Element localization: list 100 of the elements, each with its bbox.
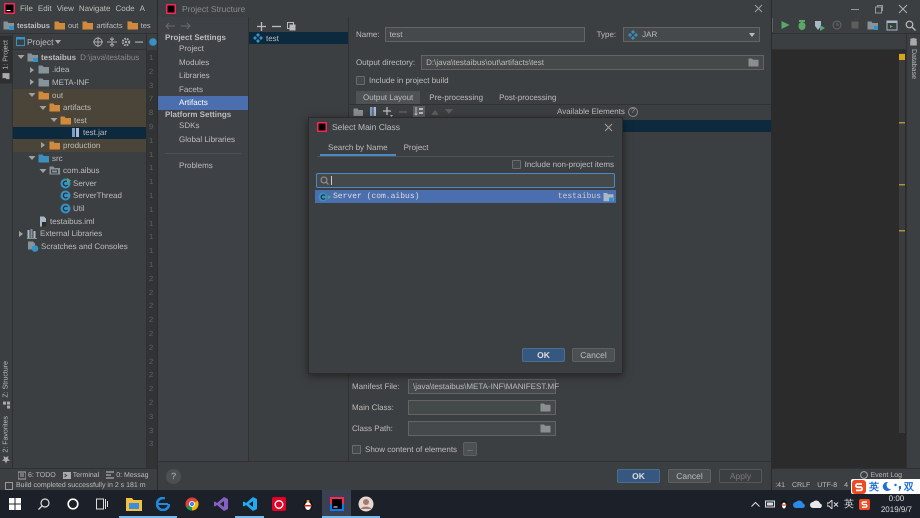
tree-item[interactable]: production (13, 139, 146, 152)
browse-field[interactable] (408, 400, 556, 415)
expand-arrow-icon[interactable] (16, 53, 24, 62)
output-directory-field[interactable]: D:\java\testaibus\out\artifacts\test (421, 54, 764, 70)
folder-grid-icon[interactable] (867, 20, 879, 30)
tree-item[interactable]: artifacts (13, 101, 146, 114)
menu-item[interactable]: Navigate (78, 3, 110, 14)
browser-icon[interactable] (184, 497, 198, 511)
menu-item[interactable]: File (20, 3, 33, 14)
nav-item[interactable]: Libraries (158, 69, 248, 83)
nav-item[interactable]: Project (158, 42, 248, 56)
browse-field[interactable] (408, 421, 556, 436)
ok-button[interactable]: OK (522, 348, 565, 362)
cancel-button[interactable]: Cancel (572, 348, 615, 362)
nav-item[interactable]: SDKs (158, 118, 248, 133)
type-dropdown[interactable]: JAR (623, 27, 760, 42)
music-icon[interactable] (272, 497, 286, 511)
circle-icon[interactable] (66, 498, 78, 510)
avatar-icon[interactable] (358, 496, 374, 512)
dialog-button[interactable]: Cancel (668, 469, 711, 483)
language-indicator[interactable]: 英 (844, 497, 854, 511)
jar-icon[interactable] (369, 107, 377, 116)
tree-item[interactable]: test (13, 114, 146, 127)
cloud-icon[interactable] (810, 500, 822, 508)
menu-item[interactable]: Edit (38, 3, 52, 14)
menu-item[interactable]: Code (115, 3, 135, 14)
expand-arrow-icon[interactable] (38, 166, 46, 175)
menu-item[interactable]: View (56, 3, 74, 14)
expand-arrow-icon[interactable] (38, 141, 46, 150)
help-button[interactable]: ? (166, 468, 181, 484)
checkbox[interactable]: Include non-project items (512, 160, 614, 169)
penguin-icon[interactable] (302, 497, 314, 511)
close-icon[interactable] (604, 122, 613, 132)
close-icon[interactable] (754, 4, 763, 13)
run-icon[interactable] (780, 20, 790, 30)
tree-item[interactable]: Server (13, 176, 146, 190)
bug-icon[interactable] (797, 20, 807, 30)
app-icon[interactable] (330, 497, 344, 511)
expand-arrow-icon[interactable] (38, 104, 46, 112)
view-dropdown[interactable]: Project (16, 36, 62, 46)
tab[interactable]: Pre-processing (422, 91, 490, 104)
restore-icon[interactable] (874, 4, 884, 14)
search-field[interactable] (316, 173, 615, 188)
nav-item[interactable]: Artifacts (158, 96, 248, 110)
copy-icon[interactable] (287, 22, 296, 30)
tab[interactable]: Post-processing (492, 91, 564, 104)
nav-item[interactable]: Problems (158, 159, 248, 173)
tree-item[interactable]: test.jar (13, 126, 146, 140)
folder-icon[interactable] (126, 497, 142, 511)
locate-icon[interactable] (93, 36, 103, 46)
ok-button[interactable]: OK (617, 469, 660, 483)
result-item[interactable]: Server (com.aibus) testaibus (315, 190, 616, 203)
nav-item[interactable]: Global Libraries (158, 132, 248, 146)
collapse-icon[interactable] (107, 36, 117, 46)
plus-icon[interactable] (257, 22, 266, 30)
moon-icon[interactable] (882, 482, 891, 491)
mode-toggle[interactable]: 英 (869, 480, 879, 494)
expand-arrow-icon[interactable] (50, 116, 58, 124)
width-toggle[interactable]: 双 (904, 480, 914, 494)
speaker-muted-icon[interactable] (826, 500, 839, 508)
task-view-icon[interactable] (96, 498, 108, 510)
tree-item[interactable]: src (13, 152, 146, 164)
checkbox[interactable]: Include in project build (356, 76, 449, 84)
tree-item[interactable]: ServerThread (13, 190, 146, 202)
ribbon-icon[interactable] (214, 497, 228, 511)
expand-arrow-icon[interactable] (16, 230, 24, 238)
ribbon-icon[interactable] (242, 497, 256, 511)
tree-item[interactable]: META-INF (13, 76, 146, 89)
expand-arrow-icon[interactable] (28, 78, 36, 86)
sort-icon[interactable] (413, 106, 425, 117)
plus-icon[interactable] (383, 106, 393, 116)
tree-item[interactable]: com.aibus (13, 164, 146, 177)
name-field[interactable]: test (384, 27, 585, 42)
expand-arrow-icon[interactable] (28, 154, 36, 162)
tree-item[interactable]: Scratches and Consoles (13, 240, 146, 252)
nav-item[interactable]: Modules (158, 56, 248, 70)
expand-arrow-icon[interactable] (28, 91, 36, 100)
tree-item[interactable]: External Libraries (13, 227, 146, 240)
tree-item[interactable]: testaibus.iml (13, 214, 146, 228)
start-icon[interactable] (8, 498, 20, 510)
list-item[interactable]: test (249, 32, 348, 44)
checkbox[interactable]: Show content of elements (352, 444, 458, 454)
punctuation-icon[interactable] (894, 482, 901, 491)
tree-item[interactable]: .idea (13, 64, 146, 76)
nav-item[interactable]: Facets (158, 82, 248, 96)
tab[interactable]: Project (396, 140, 436, 156)
window-icon[interactable] (886, 20, 898, 30)
search-icon[interactable] (38, 498, 50, 510)
clock[interactable]: 0:00 2019/9/7 (880, 493, 912, 515)
tree-item[interactable]: Util (13, 202, 146, 215)
expand-arrow-icon[interactable] (28, 66, 36, 74)
penguin-icon[interactable] (780, 499, 788, 509)
tab[interactable]: Search by Name (320, 140, 396, 156)
tree-item[interactable]: testaibus D:\java\testaibus (13, 51, 146, 64)
menu-item[interactable]: A (140, 3, 145, 14)
logo-icon[interactable] (858, 498, 870, 510)
close-icon[interactable] (898, 4, 908, 14)
device-icon[interactable] (764, 500, 775, 508)
chevron-up-icon[interactable] (750, 501, 760, 507)
search-icon[interactable] (905, 20, 916, 30)
